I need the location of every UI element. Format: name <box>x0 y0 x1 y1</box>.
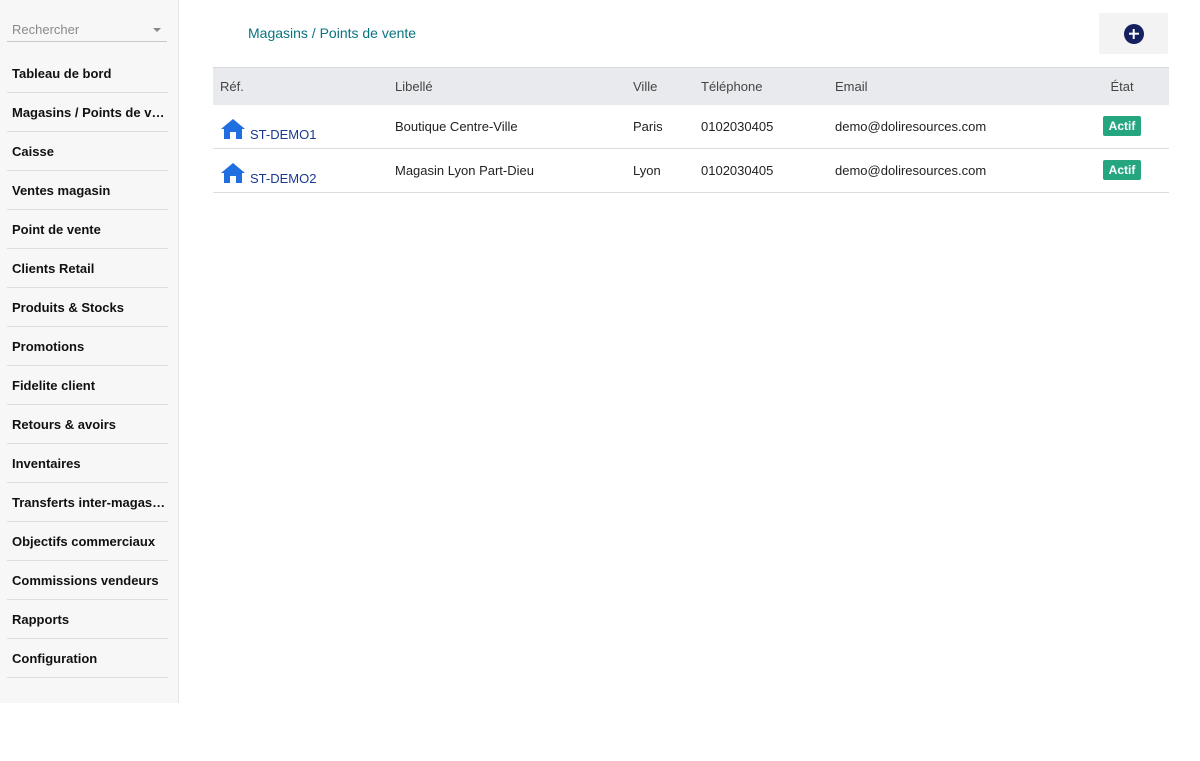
sidebar-item-label: Rapports <box>12 611 70 627</box>
plus-circle-icon <box>1123 23 1144 44</box>
column-header-ref[interactable]: Réf. <box>213 67 388 105</box>
sidebar-item-produits-stocks[interactable]: Produits & Stocks <box>7 288 168 327</box>
sidebar-item-label: Fidelite client <box>12 377 96 393</box>
sidebar-item-caisse[interactable]: Caisse <box>7 132 168 171</box>
sidebar-item-magasins[interactable]: Magasins / Points de vente <box>7 93 168 132</box>
sidebar-menu: Tableau de bord Magasins / Points de ven… <box>7 54 168 678</box>
sidebar-item-label: Commissions vendeurs <box>12 572 159 588</box>
cell-label: Magasin Lyon Part-Dieu <box>395 162 534 178</box>
cell-city: Paris <box>633 118 663 134</box>
sidebar-item-label: Produits & Stocks <box>12 299 124 315</box>
sidebar-item-tableau-de-bord[interactable]: Tableau de bord <box>7 54 168 93</box>
ref-container: ST-DEMO1 <box>220 105 388 148</box>
cell-status: Actif <box>1075 105 1169 149</box>
cell-phone: 0102030405 <box>701 162 774 178</box>
sidebar-item-label: Tableau de bord <box>12 65 112 81</box>
sidebar-item-objectifs[interactable]: Objectifs commerciaux <box>7 522 168 561</box>
sidebar-item-label: Configuration <box>12 650 98 666</box>
sidebar-item-label: Caisse <box>12 143 54 159</box>
sidebar: Tableau de bord Magasins / Points de ven… <box>0 0 179 703</box>
cell-label: Boutique Centre-Ville <box>395 118 518 134</box>
sidebar-item-label: Transferts inter-magasins <box>12 494 168 510</box>
column-header-city[interactable]: Ville <box>626 67 694 105</box>
column-header-email[interactable]: Email <box>828 67 1075 105</box>
sidebar-item-inventaires[interactable]: Inventaires <box>7 444 168 483</box>
search-box[interactable] <box>7 18 167 42</box>
sidebar-item-label: Magasins / Points de vente <box>12 104 168 120</box>
cell-ref: ST-DEMO1 <box>213 105 388 149</box>
table-row: ST-DEMO1 Boutique Centre-Ville Paris 010… <box>213 105 1169 149</box>
status-badge: Actif <box>1102 116 1142 136</box>
home-icon[interactable] <box>220 162 246 184</box>
sidebar-item-commissions[interactable]: Commissions vendeurs <box>7 561 168 600</box>
sidebar-item-label: Objectifs commerciaux <box>12 533 156 549</box>
cell-email: demo@doliresources.com <box>835 162 987 178</box>
sidebar-item-ventes-magasin[interactable]: Ventes magasin <box>7 171 168 210</box>
sidebar-item-point-de-vente[interactable]: Point de vente <box>7 210 168 249</box>
search-input[interactable] <box>7 18 152 40</box>
ref-container: ST-DEMO2 <box>220 149 388 192</box>
sidebar-item-label: Clients Retail <box>12 260 95 276</box>
table-header-row: Réf. Libellé Ville Téléphone Email État <box>213 67 1169 105</box>
sidebar-item-label: Promotions <box>12 338 85 354</box>
sidebar-item-label: Point de vente <box>12 221 101 237</box>
sidebar-item-promotions[interactable]: Promotions <box>7 327 168 366</box>
cell-phone: 0102030405 <box>701 118 774 134</box>
sidebar-item-rapports[interactable]: Rapports <box>7 600 168 639</box>
column-header-phone[interactable]: Téléphone <box>694 67 828 105</box>
cell-city: Lyon <box>633 162 661 178</box>
sidebar-item-fidelite-client[interactable]: Fidelite client <box>7 366 168 405</box>
cell-status: Actif <box>1075 148 1169 192</box>
cell-email: demo@doliresources.com <box>835 118 987 134</box>
column-header-status[interactable]: État <box>1075 67 1169 105</box>
sidebar-item-clients-retail[interactable]: Clients Retail <box>7 249 168 288</box>
sidebar-item-label: Ventes magasin <box>12 182 111 198</box>
sidebar-item-retours-avoirs[interactable]: Retours & avoirs <box>7 405 168 444</box>
add-store-button[interactable] <box>1099 13 1168 54</box>
page-title: Magasins / Points de vente <box>248 25 417 41</box>
store-ref-link[interactable]: ST-DEMO2 <box>250 171 316 186</box>
column-header-label[interactable]: Libellé <box>388 67 626 105</box>
sidebar-item-configuration[interactable]: Configuration <box>7 639 168 678</box>
sidebar-item-label: Retours & avoirs <box>12 416 117 432</box>
sidebar-item-label: Inventaires <box>12 455 81 471</box>
store-ref-link[interactable]: ST-DEMO1 <box>250 127 316 142</box>
status-badge: Actif <box>1102 160 1142 180</box>
cell-ref: ST-DEMO2 <box>213 148 388 192</box>
chevron-down-icon[interactable] <box>153 28 161 32</box>
table-row: ST-DEMO2 Magasin Lyon Part-Dieu Lyon 010… <box>213 148 1169 192</box>
sidebar-item-transferts[interactable]: Transferts inter-magasins <box>7 483 168 522</box>
stores-table: Réf. Libellé Ville Téléphone Email État … <box>213 67 1169 193</box>
home-icon[interactable] <box>220 118 246 140</box>
